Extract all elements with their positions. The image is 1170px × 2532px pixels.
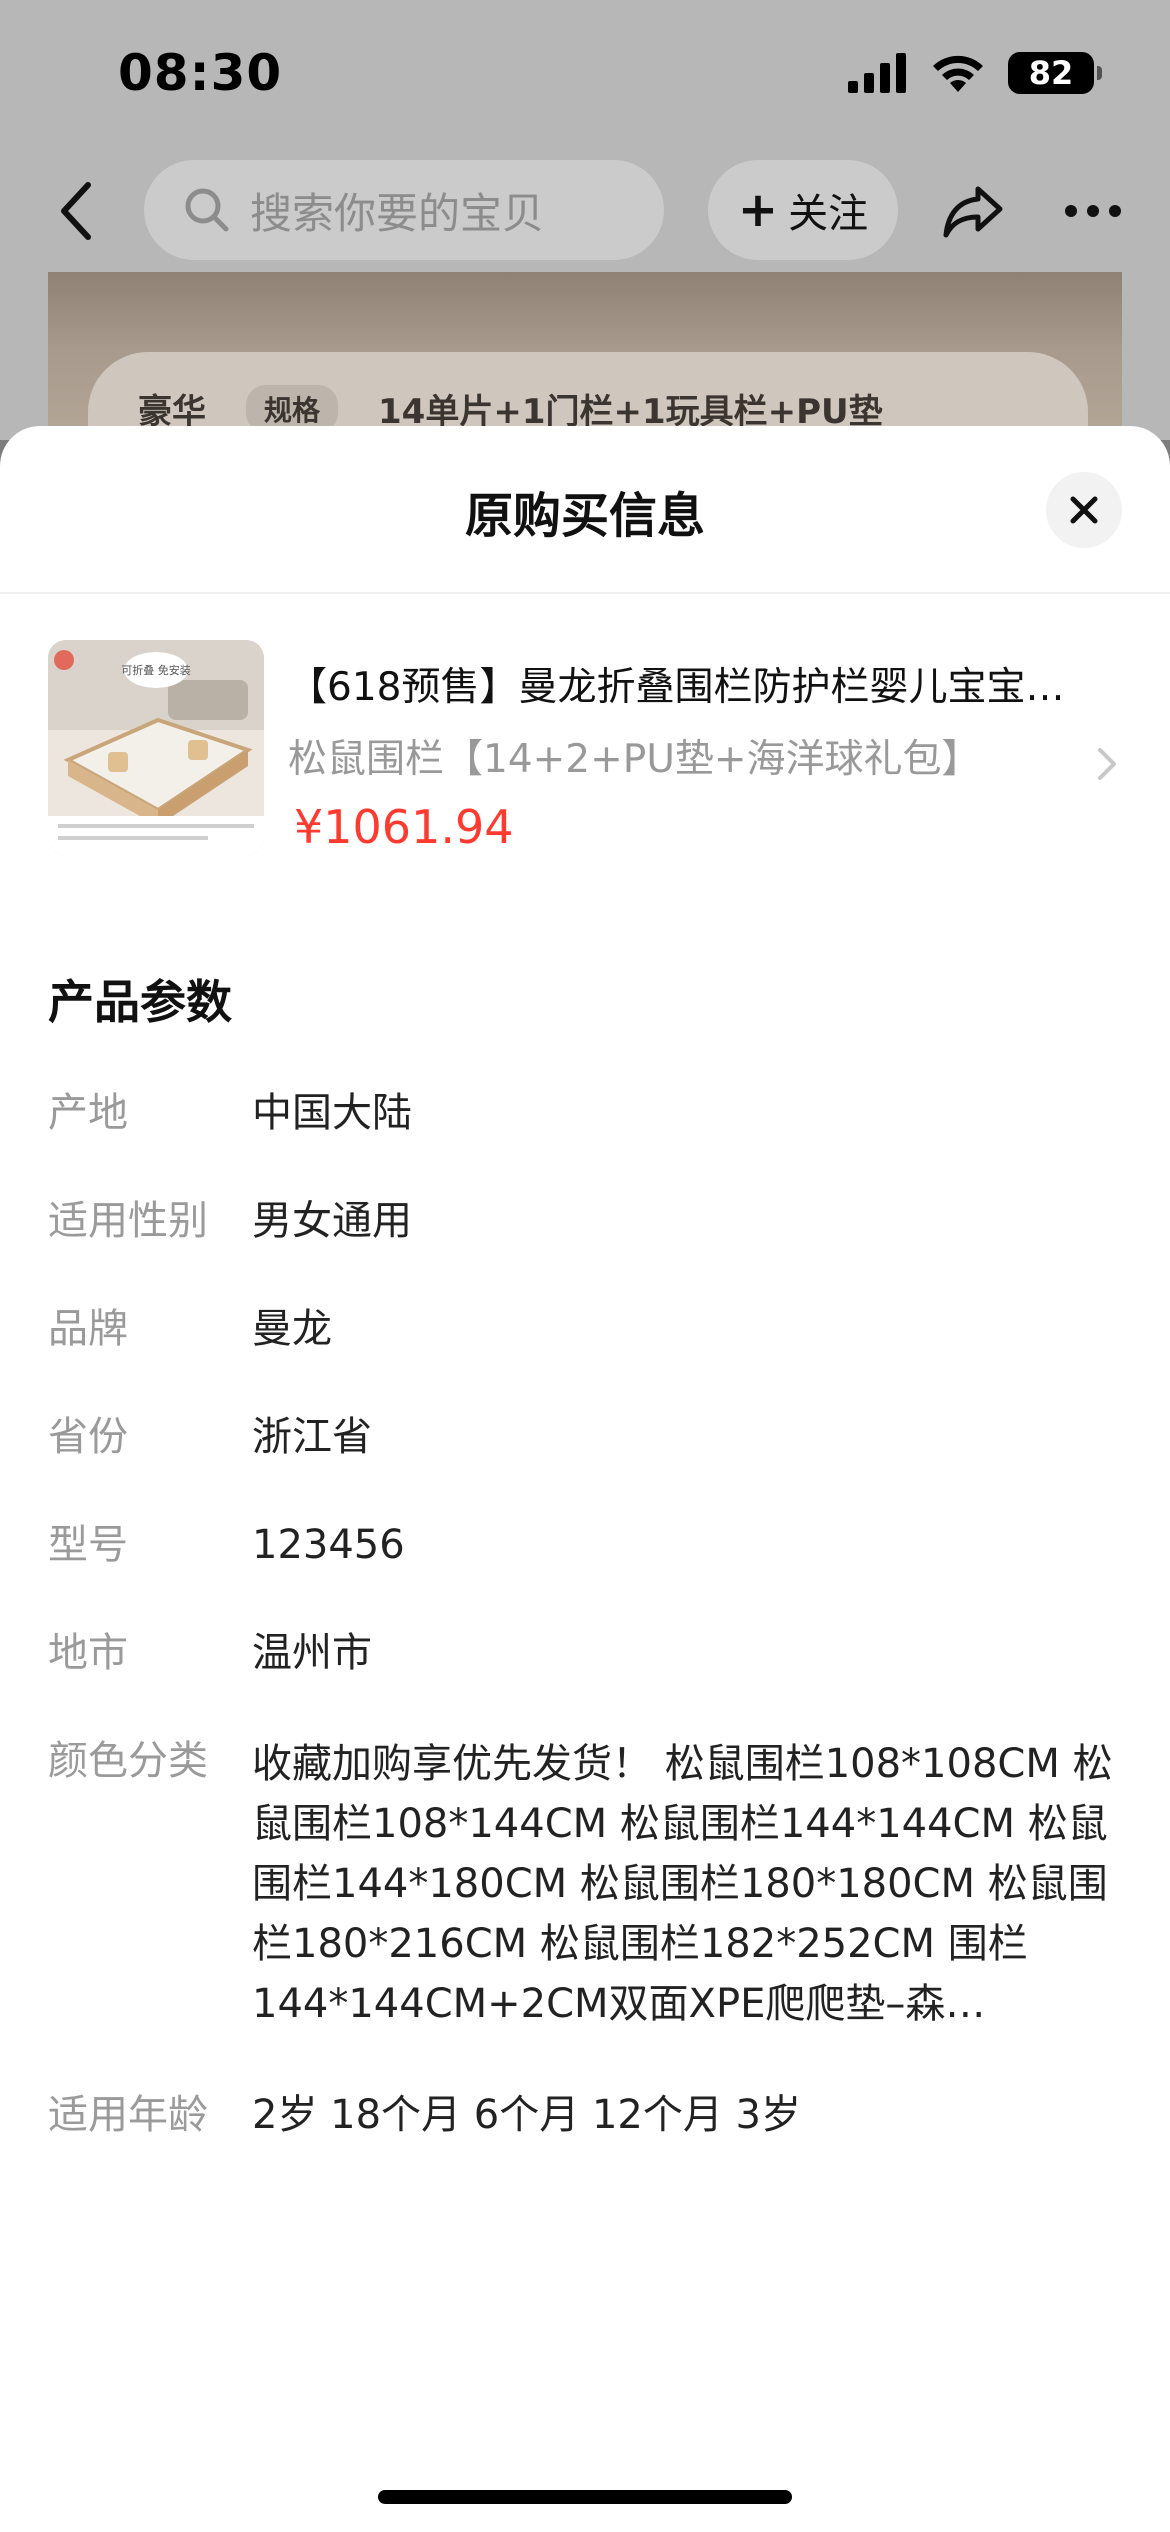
param-label: 适用年龄 xyxy=(48,2092,208,2138)
product-title: 【618预售】曼龙折叠围栏防护栏婴儿宝宝… xyxy=(288,665,1065,710)
chevron-right-icon xyxy=(1098,748,1116,780)
status-icons: 82 xyxy=(848,52,1102,94)
param-row-gender: 适用性别 男女通用 xyxy=(48,1194,1122,1248)
param-label: 省份 xyxy=(48,1414,128,1460)
more-button[interactable] xyxy=(1056,176,1130,246)
chevron-left-icon xyxy=(61,182,91,240)
param-value: 男女通用 xyxy=(252,1198,412,1244)
search-input[interactable]: 搜索你要的宝贝 xyxy=(144,160,664,260)
product-thumbnail: 可折叠 免安装 xyxy=(48,640,264,856)
param-value: 浙江省 xyxy=(252,1414,372,1460)
product-spec: 松鼠围栏【14+2+PU垫+海洋球礼包】 xyxy=(288,737,981,782)
param-value: 收藏加购享优先发货！ 松鼠围栏108*108CM 松鼠围栏108*144CM 松… xyxy=(252,1741,1113,2027)
more-icon xyxy=(1065,205,1077,217)
nav-bar: 搜索你要的宝贝 + 关注 xyxy=(0,150,1170,270)
share-icon xyxy=(943,186,1003,238)
purchase-info-sheet: 原购买信息 可折叠 免安装 【618预售】曼龙折叠围栏防护栏婴儿宝宝… 松鼠围栏… xyxy=(0,426,1170,2532)
param-value: 温州市 xyxy=(252,1630,372,1676)
status-time: 08:30 xyxy=(118,44,283,102)
plus-icon: + xyxy=(737,182,779,238)
signal-icon xyxy=(848,53,906,93)
follow-label: 关注 xyxy=(788,191,869,237)
param-label: 产地 xyxy=(48,1090,128,1136)
background-page: 08:30 82 搜索你要的宝贝 + 关注 豪华 规格 14单片+1门栏+1玩具… xyxy=(0,0,1170,472)
param-label: 型号 xyxy=(48,1522,128,1568)
home-indicator[interactable] xyxy=(378,2490,792,2504)
param-row-brand: 品牌 曼龙 xyxy=(48,1302,1122,1356)
param-row-age: 适用年龄 2岁 18个月 6个月 12个月 3岁 xyxy=(48,2088,1122,2142)
playpen-image-icon: 可折叠 免安装 xyxy=(48,640,264,856)
back-button[interactable] xyxy=(46,176,106,246)
more-icon-dot xyxy=(1087,205,1099,217)
param-value: 中国大陆 xyxy=(252,1090,412,1136)
param-label: 品牌 xyxy=(48,1306,128,1352)
thumb-badge-text: 可折叠 免安装 xyxy=(121,663,191,677)
param-label: 适用性别 xyxy=(48,1198,208,1244)
more-icon-dot xyxy=(1109,205,1121,217)
wifi-icon xyxy=(933,55,983,92)
follow-button[interactable]: + 关注 xyxy=(708,160,898,260)
param-row-origin: 产地 中国大陆 xyxy=(48,1086,1122,1140)
search-icon xyxy=(185,188,229,232)
param-value: 曼龙 xyxy=(252,1306,332,1352)
product-card[interactable]: 可折叠 免安装 【618预售】曼龙折叠围栏防护栏婴儿宝宝… 松鼠围栏【14+2+… xyxy=(48,640,1122,858)
param-row-city: 地市 温州市 xyxy=(48,1626,1122,1680)
param-value: 2岁 18个月 6个月 12个月 3岁 xyxy=(252,2092,802,2138)
sheet-title: 原购买信息 xyxy=(464,488,705,544)
product-price: ¥1061.94 xyxy=(294,800,514,854)
param-row-color: 颜色分类 收藏加购享优先发货！ 松鼠围栏108*108CM 松鼠围栏108*14… xyxy=(48,1734,1122,2034)
sheet-header: 原购买信息 xyxy=(0,426,1170,594)
search-placeholder: 搜索你要的宝贝 xyxy=(250,188,545,238)
share-button[interactable] xyxy=(938,176,1008,246)
close-button[interactable] xyxy=(1046,472,1122,548)
param-label: 地市 xyxy=(48,1630,128,1676)
param-row-province: 省份 浙江省 xyxy=(48,1410,1122,1464)
battery-icon: 82 xyxy=(1008,52,1102,94)
param-row-model: 型号 123456 xyxy=(48,1518,1122,1572)
params-list: 产地 中国大陆 适用性别 男女通用 品牌 曼龙 省份 浙江省 型号 123456… xyxy=(48,1086,1122,2196)
params-section-title: 产品参数 xyxy=(48,975,232,1029)
param-value: 123456 xyxy=(252,1522,405,1568)
close-icon xyxy=(1070,496,1098,524)
param-label: 颜色分类 xyxy=(48,1738,208,1784)
status-bar: 08:30 82 xyxy=(0,0,1170,140)
screen: 08:30 82 搜索你要的宝贝 + 关注 豪华 规格 14单片+1门栏+1玩具… xyxy=(0,0,1170,2532)
